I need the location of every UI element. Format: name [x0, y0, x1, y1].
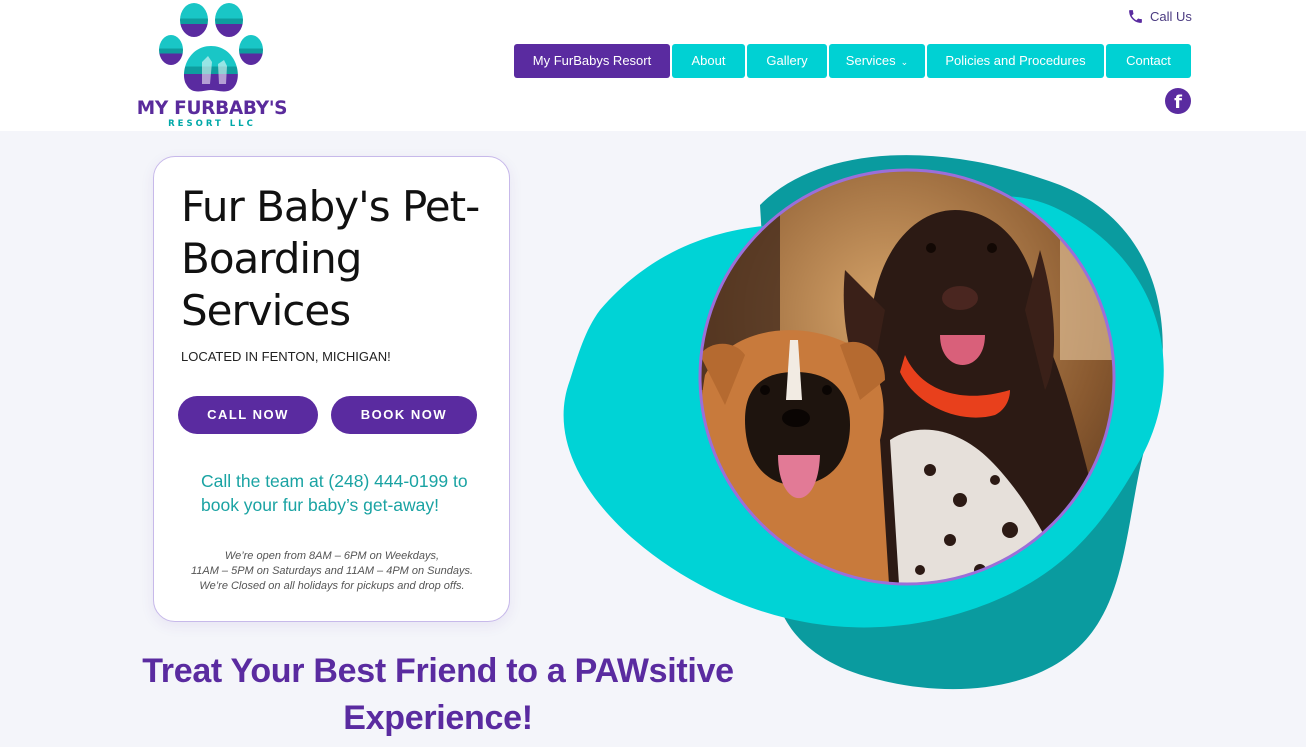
- nav-gallery[interactable]: Gallery: [747, 44, 827, 78]
- paw-logo-icon: [159, 3, 263, 92]
- nav-services-label: Services: [845, 53, 896, 68]
- hours-line-holidays: We’re Closed on all holidays for pickups…: [199, 580, 465, 592]
- business-hours: We’re open from 8AM – 6PM on Weekdays, 1…: [174, 549, 490, 594]
- call-us-label: Call Us: [1150, 8, 1192, 24]
- nav-services[interactable]: Services ⌄: [829, 44, 925, 78]
- location-text: LOCATED IN FENTON, MICHIGAN!: [181, 349, 391, 364]
- call-now-button[interactable]: CALL NOW: [178, 396, 318, 434]
- chevron-down-icon: ⌄: [900, 56, 909, 67]
- phone-icon: [1129, 9, 1142, 23]
- book-now-button[interactable]: BOOK NOW: [331, 396, 477, 434]
- hero-card: Fur Baby's Pet-Boarding Services LOCATED…: [153, 156, 510, 622]
- nav-policies[interactable]: Policies and Procedures: [927, 44, 1104, 78]
- nav-contact[interactable]: Contact: [1106, 44, 1191, 78]
- page-title: Fur Baby's Pet-Boarding Services: [181, 182, 480, 335]
- hours-line-weekend: 11AM – 5PM on Saturdays and 11AM – 4PM o…: [190, 565, 474, 577]
- call-team-text: Call the team at (248) 444-0199 to book …: [201, 471, 468, 515]
- facebook-icon[interactable]: f: [1165, 88, 1191, 114]
- hero-image-area: [563, 155, 1164, 690]
- logo-subtitle: RESORT LLC: [168, 119, 256, 129]
- site-logo[interactable]: MY FURBABY'S RESORT LLC: [134, 2, 290, 130]
- nav-about[interactable]: About: [672, 44, 745, 78]
- tagline-heading: Treat Your Best Friend to a PAWsitive Ex…: [142, 652, 734, 737]
- site-header: MY FURBABY'S RESORT LLC Call Us My FurBa…: [0, 0, 1306, 131]
- hours-line-weekdays: We’re open from 8AM – 6PM on Weekdays,: [224, 550, 440, 562]
- call-us-link[interactable]: Call Us: [1127, 6, 1192, 26]
- nav-home[interactable]: My FurBabys Resort: [514, 44, 670, 78]
- logo-title: MY FURBABY'S: [136, 98, 288, 119]
